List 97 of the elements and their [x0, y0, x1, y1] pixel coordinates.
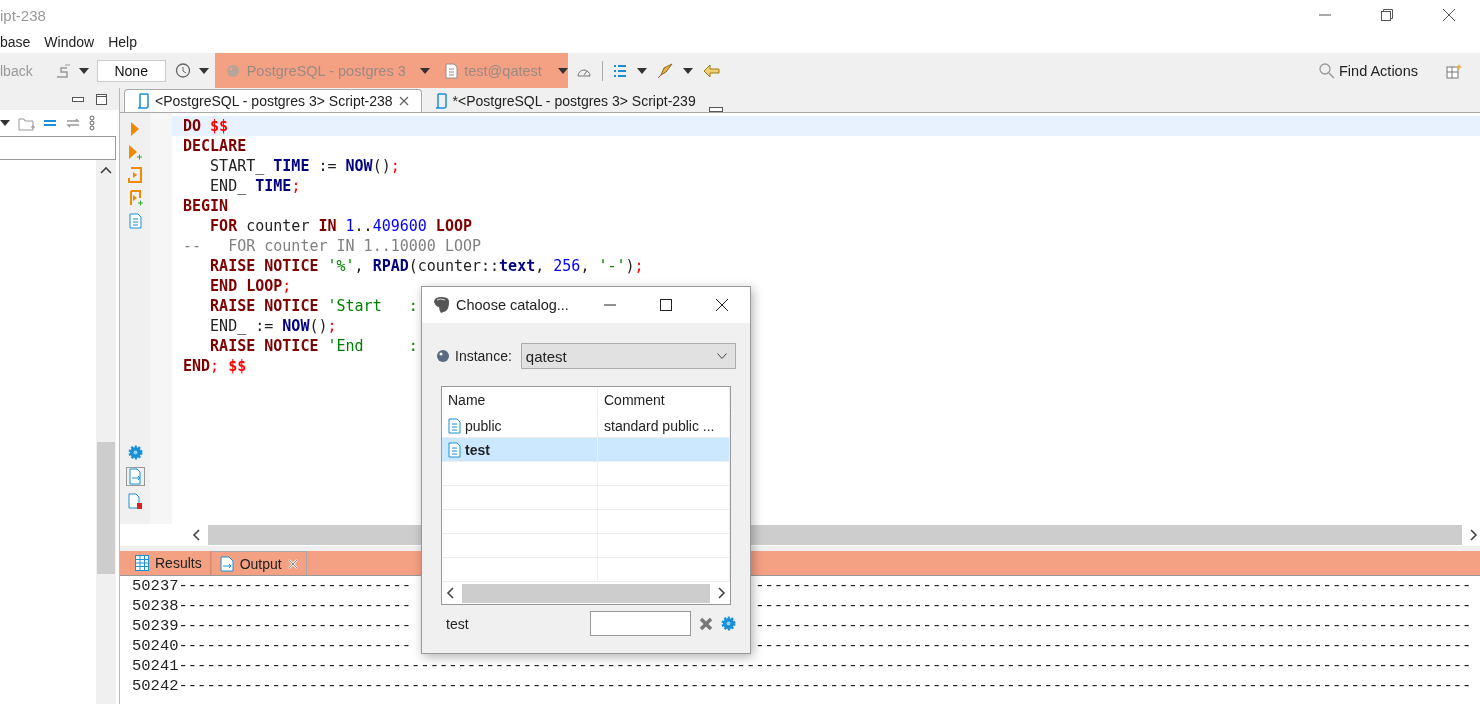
search-icon	[1319, 62, 1335, 79]
close-icon[interactable]	[1443, 9, 1455, 21]
output-line: -----------------------------------------------------------------------------	[755, 576, 1472, 596]
scroll-left-icon[interactable]	[192, 529, 200, 541]
list-icon[interactable]	[612, 63, 627, 78]
explain-icon	[128, 213, 142, 229]
transaction-icon[interactable]	[54, 62, 71, 79]
scroll-right-icon[interactable]	[718, 587, 726, 599]
dropdown-caret-icon[interactable]	[78, 67, 89, 74]
maximize-icon[interactable]	[660, 299, 672, 311]
collapse-icon[interactable]	[43, 119, 57, 127]
code-line: DECLARE	[183, 136, 247, 156]
arrow-icon[interactable]	[702, 63, 720, 78]
dropdown-caret-icon[interactable]	[636, 67, 647, 74]
code-line: DO $$	[183, 116, 229, 136]
execute-script-icon[interactable]	[128, 167, 142, 183]
log-error-icon[interactable]	[127, 493, 143, 509]
window-title: ipt-238	[0, 6, 47, 24]
code-line: RAISE NOTICE 'Start :	[209, 296, 418, 316]
menu-item[interactable]: Help	[108, 33, 137, 50]
output-icon	[219, 555, 234, 572]
output-tab[interactable]: Output	[210, 551, 307, 575]
minimize-icon[interactable]	[708, 107, 723, 112]
schema-icon	[448, 441, 461, 458]
table-cell: public	[465, 417, 502, 434]
scroll-up-icon[interactable]	[100, 166, 112, 174]
dropdown-caret-icon[interactable]	[682, 67, 693, 74]
database-icon	[436, 349, 450, 363]
settings-icon[interactable]	[721, 616, 736, 631]
execute-script-new-icon[interactable]	[127, 190, 143, 206]
code-line: START_ TIME := NOW();	[209, 156, 400, 176]
minimize-icon[interactable]	[72, 96, 84, 102]
script-icon	[137, 93, 149, 109]
history-icon[interactable]	[173, 62, 191, 79]
code-line: END_ := NOW();	[209, 316, 337, 336]
filter-field[interactable]	[0, 136, 116, 160]
script-icon	[434, 93, 447, 109]
output-line: -----------------------------------------------------------------------------	[755, 596, 1472, 616]
scroll-left-icon[interactable]	[446, 587, 454, 599]
output-line: -----------------------------------------------------------------------------	[755, 636, 1472, 656]
output-line: 50241-------------------------------------------------------------------------------------------------------------------------------------------	[132, 656, 1472, 676]
output-line: 50242-------------------------------------------------------------------------------------------------------------------------------------------	[132, 676, 1472, 696]
editor-tab[interactable]: <PostgreSQL - postgres 3> Script-238	[124, 89, 422, 112]
scrollbar-thumb[interactable]	[462, 583, 710, 603]
chevron-down-icon	[717, 353, 727, 359]
dialog-title: Choose catalog...	[456, 297, 570, 313]
scroll-right-icon[interactable]	[1470, 529, 1478, 541]
restore-icon[interactable]	[1381, 9, 1393, 21]
scrollbar-thumb[interactable]	[97, 442, 115, 574]
maximize-icon[interactable]	[96, 93, 107, 105]
output-line: -----------------------------------------------------------------------------	[755, 616, 1472, 636]
output-toggle-icon[interactable]	[125, 467, 145, 486]
dropdown-caret-icon[interactable]	[198, 67, 209, 74]
run-new-icon[interactable]	[128, 144, 142, 160]
output-line: 50240-------------------------	[132, 636, 412, 656]
close-tab-icon[interactable]	[398, 96, 409, 106]
close-tab-icon[interactable]	[287, 558, 298, 569]
table-cell: test	[465, 441, 490, 458]
schema-row[interactable]: test	[442, 438, 730, 462]
transaction-mode-field[interactable]: None	[96, 59, 166, 82]
find-actions-button[interactable]: Find Actions	[1339, 62, 1418, 79]
instance-label: Instance:	[455, 348, 512, 364]
link-icon[interactable]	[65, 118, 81, 128]
menu-item[interactable]: base	[0, 33, 31, 50]
run-icon[interactable]	[130, 121, 140, 137]
perspective-icon[interactable]	[1446, 62, 1462, 79]
filter-field[interactable]	[590, 611, 691, 636]
output-tab[interactable]: Results	[127, 551, 211, 575]
output-line: 50239-------------------------	[132, 616, 412, 636]
dropdown-caret-icon[interactable]	[557, 67, 568, 74]
selection-label: test	[446, 615, 470, 632]
code-line: RAISE NOTICE '%', RPAD(counter::text, 256, '-');	[209, 256, 644, 276]
code-line: END_ TIME;	[209, 176, 301, 196]
dropdown-caret-icon[interactable]	[420, 67, 431, 74]
schema-icon	[448, 417, 461, 434]
settings-icon[interactable]	[127, 445, 143, 460]
table-icon	[135, 555, 149, 571]
code-line: -- FOR counter IN 1..10000 LOOP	[183, 236, 481, 256]
column-header[interactable]: Comment	[598, 387, 730, 413]
code-line: RAISE NOTICE 'End :	[209, 336, 418, 356]
output-line: 50237-------------------------	[132, 576, 412, 596]
column-header[interactable]: Name	[442, 387, 598, 413]
new-folder-icon[interactable]	[18, 115, 35, 131]
clear-icon[interactable]	[699, 616, 713, 631]
code-line: END; $$	[183, 356, 247, 376]
dropdown-caret-icon[interactable]	[0, 120, 10, 126]
instance-dropdown[interactable]: qatest	[520, 343, 736, 369]
output-line: 50238-------------------------	[132, 596, 412, 616]
table-cell: standard public ...	[604, 417, 715, 434]
database-icon	[224, 62, 241, 79]
more-icon[interactable]	[89, 115, 95, 131]
menu-item[interactable]: Window	[44, 33, 95, 50]
code-line: BEGIN	[183, 196, 229, 216]
code-line: END LOOP;	[209, 276, 292, 296]
code-line: FOR counter IN 1..409600 LOOP	[209, 216, 472, 236]
schema-icon	[445, 62, 459, 79]
close-icon[interactable]	[716, 299, 728, 311]
